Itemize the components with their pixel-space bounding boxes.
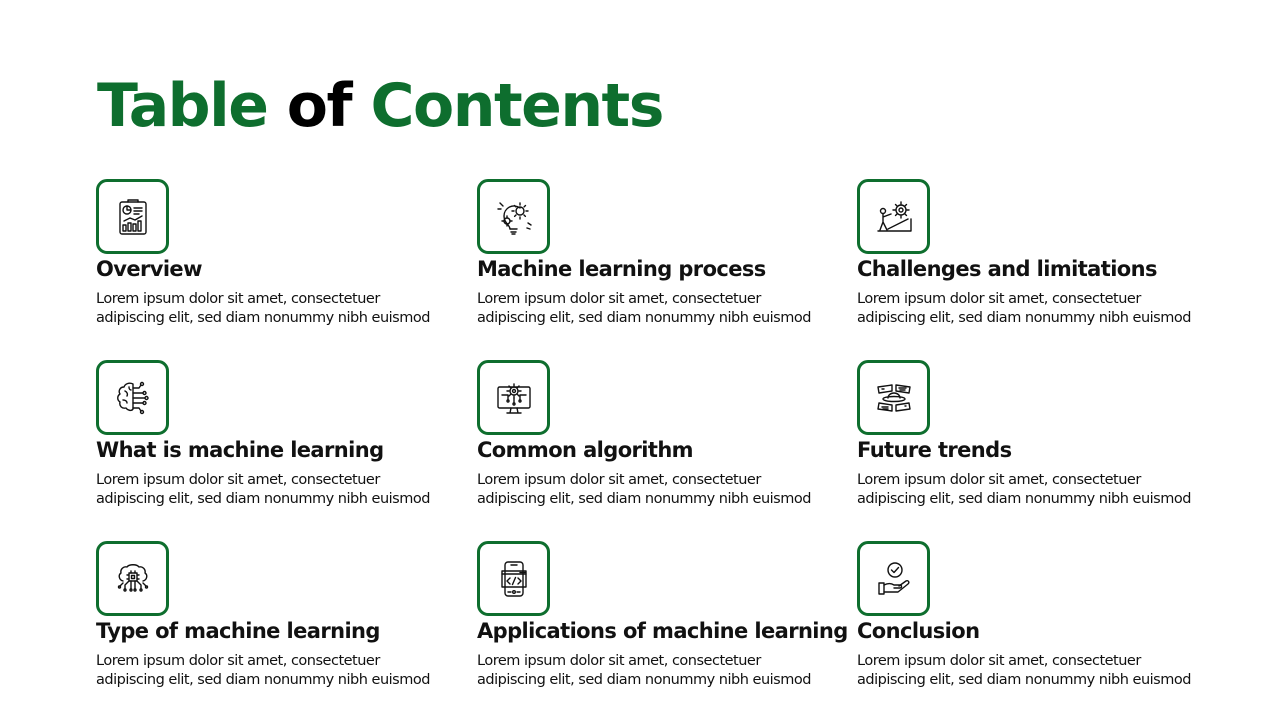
toc-item-conclusion[interactable]: Conclusion Lorem ipsum dolor sit amet, c…: [857, 541, 1217, 690]
item-title: What is machine learning: [96, 438, 384, 462]
page-title: Table of Contents: [97, 68, 665, 144]
icon-box: [96, 179, 169, 254]
toc-item-machine-learning-process[interactable]: Machine learning process Lorem ipsum dol…: [477, 179, 837, 328]
item-description: Lorem ipsum dolor sit amet, consectetuer…: [857, 291, 1191, 326]
item-description: Lorem ipsum dolor sit amet, consectetuer…: [857, 472, 1191, 507]
item-description: Lorem ipsum dolor sit amet, consectetuer…: [96, 291, 430, 326]
item-title: Applications of machine learning: [477, 619, 848, 643]
item-title: Conclusion: [857, 619, 980, 643]
title-word-3: Contents: [370, 71, 665, 141]
toc-item-what-is-machine-learning[interactable]: What is machine learning Lorem ipsum dol…: [96, 360, 456, 509]
item-description: Lorem ipsum dolor sit amet, consectetuer…: [477, 291, 811, 326]
toc-item-future-trends[interactable]: Future trends Lorem ipsum dolor sit amet…: [857, 360, 1217, 509]
monitor-gear-icon: [496, 382, 531, 414]
brain-circuit-icon: [116, 381, 149, 414]
item-description: Lorem ipsum dolor sit amet, consectetuer…: [96, 653, 430, 688]
toc-item-overview[interactable]: Overview Lorem ipsum dolor sit amet, con…: [96, 179, 456, 328]
item-description: Lorem ipsum dolor sit amet, consectetuer…: [857, 653, 1191, 688]
icon-box: [477, 179, 550, 254]
mobile-code-icon: [500, 560, 527, 597]
hand-checkmark-icon: [877, 561, 910, 595]
title-word-1: Table: [97, 71, 269, 141]
toc-item-type-of-machine-learning[interactable]: Type of machine learning Lorem ipsum dol…: [96, 541, 456, 690]
item-title: Overview: [96, 257, 202, 281]
icon-box: [477, 360, 550, 435]
toc-item-common-algorithm[interactable]: Common algorithm Lorem ipsum dolor sit a…: [477, 360, 837, 509]
icon-box: [857, 179, 930, 254]
report-chart-icon: [118, 198, 147, 235]
icon-box: [857, 360, 930, 435]
lightbulb-gears-icon: [496, 201, 532, 235]
toc-item-applications-of-machine-learning[interactable]: Applications of machine learning Lorem i…: [477, 541, 848, 690]
item-title: Future trends: [857, 438, 1012, 462]
planet-panels-icon: [876, 383, 911, 412]
icon-box: [477, 541, 550, 616]
icon-box: [857, 541, 930, 616]
person-pushing-gear-icon: [876, 200, 912, 232]
item-title: Type of machine learning: [96, 619, 380, 643]
item-description: Lorem ipsum dolor sit amet, consectetuer…: [96, 472, 430, 507]
icon-box: [96, 360, 169, 435]
toc-item-challenges-and-limitations[interactable]: Challenges and limitations Lorem ipsum d…: [857, 179, 1217, 328]
brain-chip-icon: [117, 563, 148, 592]
item-title: Common algorithm: [477, 438, 694, 462]
item-title: Challenges and limitations: [857, 257, 1157, 281]
item-description: Lorem ipsum dolor sit amet, consectetuer…: [477, 472, 811, 507]
item-title: Machine learning process: [477, 257, 766, 281]
icon-box: [96, 541, 169, 616]
item-description: Lorem ipsum dolor sit amet, consectetuer…: [477, 653, 811, 688]
title-word-2: of: [286, 71, 353, 141]
